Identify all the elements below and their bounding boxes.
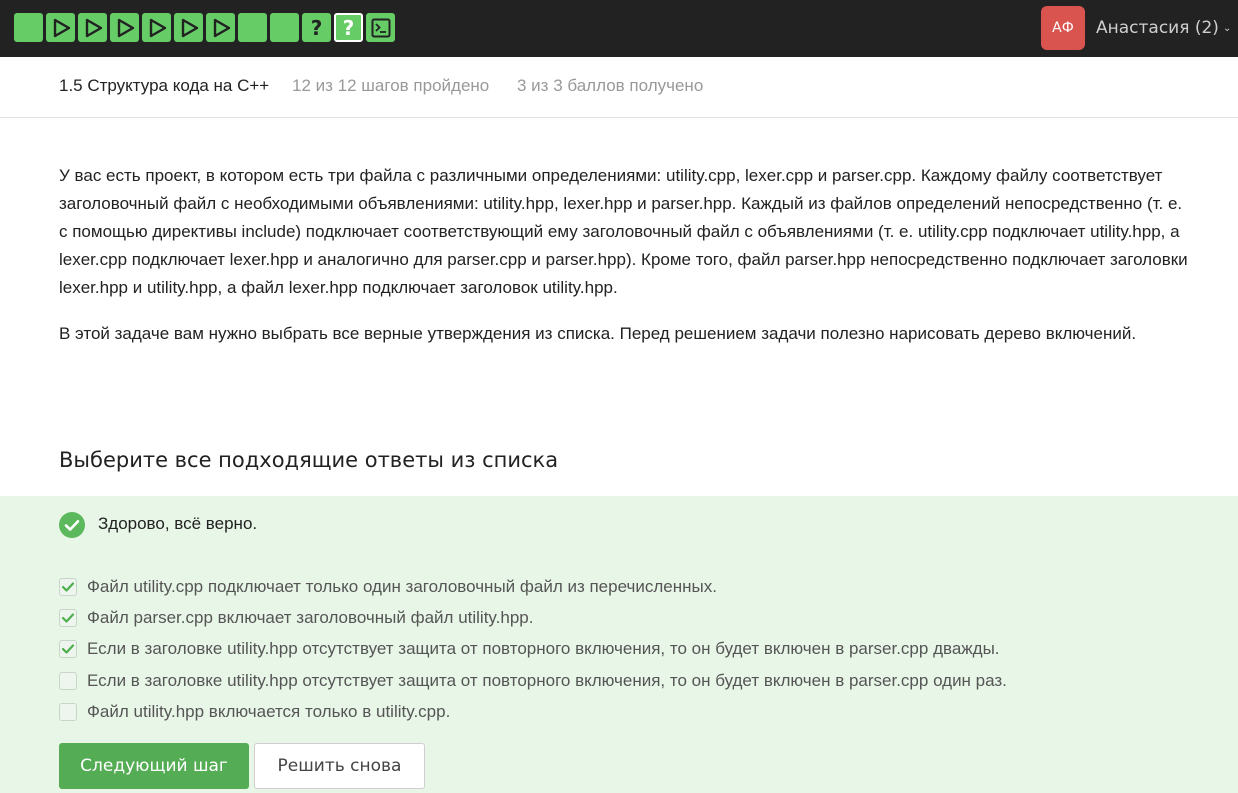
play-icon bbox=[85, 18, 102, 37]
next-step-button[interactable]: Следующий шаг bbox=[59, 743, 249, 789]
retry-button[interactable]: Решить снова bbox=[254, 743, 425, 789]
play-icon bbox=[213, 18, 230, 37]
option-label: Файл parser.cpp включает заголовочный фа… bbox=[87, 608, 534, 627]
step-3[interactable] bbox=[78, 13, 107, 42]
task-paragraph-1: У вас есть проект, в котором есть три фа… bbox=[59, 166, 1188, 297]
user-name: Анастасия (2) bbox=[1096, 18, 1219, 38]
step-navigation: ? ? bbox=[14, 13, 398, 42]
play-icon bbox=[181, 18, 198, 37]
step-10[interactable]: ? bbox=[302, 13, 331, 42]
play-icon bbox=[149, 18, 166, 37]
question-icon: ? bbox=[342, 15, 355, 40]
task-paragraph-2: В этой задаче вам нужно выбрать все верн… bbox=[59, 324, 1137, 343]
step-4[interactable] bbox=[110, 13, 139, 42]
option-4[interactable]: Если в заголовке utility.hpp отсутствует… bbox=[59, 671, 1007, 691]
step-9[interactable] bbox=[270, 13, 299, 42]
option-label: Файл utility.hpp включается только в uti… bbox=[87, 702, 451, 721]
option-label: Если в заголовке utility.hpp отсутствует… bbox=[87, 671, 1007, 690]
lesson-title[interactable]: 1.5 Структура кода на C++ bbox=[59, 76, 269, 96]
option-3[interactable]: Если в заголовке utility.hpp отсутствует… bbox=[59, 639, 1000, 659]
lesson-score: 3 из 3 баллов получено bbox=[517, 76, 704, 95]
checkbox[interactable] bbox=[59, 672, 77, 690]
quiz-title: Выберите все подходящие ответы из списка bbox=[59, 448, 559, 472]
check-icon bbox=[61, 582, 75, 592]
step-12[interactable] bbox=[366, 13, 395, 42]
step-1[interactable] bbox=[14, 13, 43, 42]
step-11-current[interactable]: ? bbox=[334, 13, 363, 42]
step-8[interactable] bbox=[238, 13, 267, 42]
step-5[interactable] bbox=[142, 13, 171, 42]
terminal-icon bbox=[371, 18, 390, 37]
check-circle-icon bbox=[59, 512, 85, 538]
option-label: Файл utility.cpp подключает только один … bbox=[87, 577, 717, 596]
check-icon bbox=[61, 644, 75, 654]
step-text: У вас есть проект, в котором есть три фа… bbox=[59, 162, 1189, 366]
option-label: Если в заголовке utility.hpp отсутствует… bbox=[87, 639, 1000, 658]
checkbox[interactable] bbox=[59, 703, 77, 721]
option-5[interactable]: Файл utility.hpp включается только в uti… bbox=[59, 702, 450, 722]
checkbox[interactable] bbox=[59, 609, 77, 627]
question-icon: ? bbox=[310, 15, 323, 40]
avatar[interactable]: АФ bbox=[1041, 6, 1085, 50]
result-message: Здорово, всё верно. bbox=[98, 514, 258, 533]
lesson-header: 1.5 Структура кода на C++ 12 из 12 шагов… bbox=[0, 57, 1238, 118]
play-icon bbox=[53, 18, 70, 37]
play-icon bbox=[117, 18, 134, 37]
checkbox[interactable] bbox=[59, 640, 77, 658]
step-6[interactable] bbox=[174, 13, 203, 42]
option-1[interactable]: Файл utility.cpp подключает только один … bbox=[59, 577, 717, 597]
check-icon bbox=[61, 613, 75, 623]
checkbox[interactable] bbox=[59, 578, 77, 596]
top-navbar: ? ? АФ Анастасия (2) ⌄ bbox=[0, 0, 1238, 57]
user-menu[interactable]: Анастасия (2) ⌄ bbox=[1096, 18, 1231, 38]
option-2[interactable]: Файл parser.cpp включает заголовочный фа… bbox=[59, 608, 533, 628]
step-7[interactable] bbox=[206, 13, 235, 42]
step-2[interactable] bbox=[46, 13, 75, 42]
chevron-down-icon: ⌄ bbox=[1222, 22, 1232, 34]
lesson-steps-progress: 12 из 12 шагов пройдено bbox=[292, 76, 490, 95]
